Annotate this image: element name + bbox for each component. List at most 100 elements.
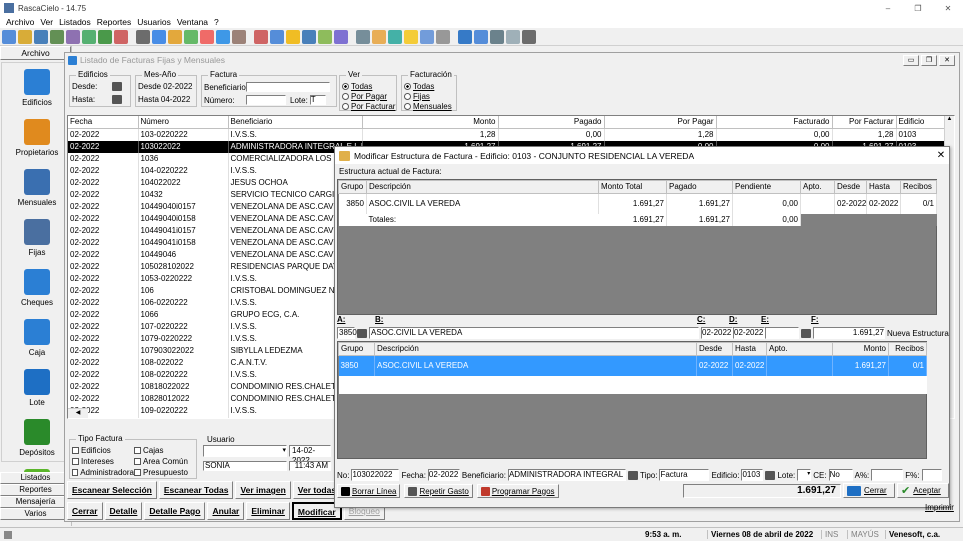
lote-footer-select[interactable]: ▾: [797, 469, 812, 481]
menu-item-6[interactable]: ?: [214, 17, 219, 27]
users-icon[interactable]: [254, 29, 268, 44]
sidebar-item-1[interactable]: Propietarios: [2, 119, 72, 157]
cerrar-dialog-button[interactable]: Cerrar: [843, 483, 895, 498]
current-col-header[interactable]: Pagado: [666, 180, 733, 194]
edit-icon[interactable]: [66, 29, 80, 44]
edificio-lookup-icon[interactable]: [765, 470, 776, 480]
cube-icon[interactable]: [302, 29, 316, 44]
beneficiario-input[interactable]: [246, 82, 330, 92]
current-col-header[interactable]: Grupo: [338, 180, 367, 194]
edificio-input[interactable]: 0103: [741, 469, 764, 481]
button-cerrar[interactable]: Cerrar: [67, 502, 103, 520]
sidebar-bottom-3[interactable]: Varios: [0, 508, 71, 520]
diamond-icon[interactable]: [286, 29, 300, 44]
new-col-header[interactable]: Recibos: [888, 342, 927, 356]
tool-icon[interactable]: [232, 29, 246, 44]
mes-hasta-value[interactable]: 04-2022: [161, 95, 190, 104]
aceptar-button[interactable]: ✔ Aceptar: [897, 483, 949, 498]
radio-option-2[interactable]: Mensuales: [404, 101, 452, 111]
chart2-icon[interactable]: [168, 29, 182, 44]
benef-lookup-icon[interactable]: [627, 470, 638, 480]
listado-minimize-button[interactable]: ▭: [903, 54, 919, 66]
lote-select[interactable]: T: [309, 95, 326, 105]
minimize-button[interactable]: –: [873, 4, 903, 13]
table2-icon[interactable]: [334, 29, 348, 44]
monto-input[interactable]: 1.691,27: [813, 327, 885, 339]
chart3-icon[interactable]: [184, 29, 198, 44]
smile-icon[interactable]: [404, 29, 418, 44]
dialog-close-button[interactable]: ✕: [933, 150, 949, 161]
grupo-lookup-icon[interactable]: [357, 328, 367, 338]
ce-select[interactable]: No: [828, 469, 853, 481]
mail-icon[interactable]: [420, 29, 434, 44]
sidebar-item-3[interactable]: Fijas: [2, 219, 72, 257]
benef-input[interactable]: ADMINISTRADORA INTEGRAL E.L.B: [507, 469, 626, 481]
hasta-lookup-icon[interactable]: [112, 95, 122, 104]
menu-item-2[interactable]: Listados: [59, 17, 91, 27]
sidebar-item-6[interactable]: Lote: [2, 369, 72, 407]
sidebar-bottom-0[interactable]: Listados: [0, 472, 71, 484]
usuario-select[interactable]: ▾: [203, 445, 287, 457]
new-selected-row[interactable]: 3850 ASOC.CIVIL LA VEREDA 02-2022 02-2022 1.…: [338, 355, 927, 376]
tick-icon[interactable]: [98, 29, 112, 44]
new-col-header[interactable]: Grupo: [338, 342, 375, 356]
grid2-icon[interactable]: [436, 29, 450, 44]
desde-input[interactable]: 02-2022: [701, 327, 733, 339]
table-row[interactable]: 02-2022 103-0220222 I.V.S.S. 1,28 0,00 1,28 0,…: [68, 128, 947, 141]
sidebar-item-2[interactable]: Mensuales: [2, 169, 72, 207]
menu-item-3[interactable]: Reportes: [97, 17, 132, 27]
listado-col-header[interactable]: Número: [138, 116, 229, 129]
radio-option-1[interactable]: Fijas: [404, 91, 452, 101]
table-horizontal-scrollbar[interactable]: ◀: [68, 408, 88, 418]
save-icon[interactable]: [34, 29, 48, 44]
current-col-header[interactable]: Hasta: [866, 180, 901, 194]
tipo-checkbox-4[interactable]: Area Común: [134, 456, 196, 466]
current-col-header[interactable]: Pendiente: [732, 180, 801, 194]
radio-option-1[interactable]: Por Pagar: [342, 91, 395, 101]
listado-restore-button[interactable]: ❐: [921, 54, 937, 66]
apto-lookup-icon[interactable]: [801, 328, 811, 338]
chart4-icon[interactable]: [200, 29, 214, 44]
grid-icon[interactable]: [136, 29, 150, 44]
current-row[interactable]: 3850 ASOC.CIVIL LA VEREDA 1.691,27 1.691,27…: [338, 193, 937, 214]
folder-icon[interactable]: [372, 29, 386, 44]
new-col-header[interactable]: Apto.: [766, 342, 833, 356]
book-icon[interactable]: [458, 29, 472, 44]
current-col-header[interactable]: Monto Total: [598, 180, 667, 194]
monitor-icon[interactable]: [490, 29, 504, 44]
radio-option-2[interactable]: Por Facturar: [342, 101, 395, 111]
listado-col-header[interactable]: Facturado: [716, 116, 833, 129]
listado-col-header[interactable]: Monto: [362, 116, 499, 129]
action-2[interactable]: Programar Pagos: [476, 484, 559, 498]
tipo-checkbox-2[interactable]: Administradora: [72, 467, 134, 477]
sidebar-item-0[interactable]: Edificios: [2, 69, 72, 107]
doc-icon[interactable]: [506, 29, 520, 44]
current-col-header[interactable]: Apto.: [800, 180, 835, 194]
desde-lookup-icon[interactable]: [112, 82, 122, 91]
sidebar-header[interactable]: Archivo: [0, 46, 71, 60]
printer-icon[interactable]: [522, 29, 536, 44]
button-ver-imagen[interactable]: Ver imagen: [235, 481, 291, 499]
button-escanear-todas[interactable]: Escanear Todas: [158, 481, 234, 499]
listado-col-header[interactable]: Pagado: [498, 116, 605, 129]
menu-item-5[interactable]: Ventana: [177, 17, 208, 27]
tipo-checkbox-3[interactable]: Cajas: [134, 445, 196, 455]
current-col-header[interactable]: Recibos: [900, 180, 937, 194]
sidebar-item-7[interactable]: Depósitos: [2, 419, 72, 457]
sidebar-item-4[interactable]: Cheques: [2, 269, 72, 307]
descripcion-input[interactable]: ASOC.CIVIL LA VEREDA: [369, 327, 699, 339]
button-detalle-pago[interactable]: Detalle Pago: [144, 502, 206, 520]
listado-col-header[interactable]: Por Facturar: [832, 116, 897, 129]
action-1[interactable]: Repetir Gasto: [404, 484, 473, 498]
listado-col-header[interactable]: Beneficiario: [228, 116, 363, 129]
book2-icon[interactable]: [474, 29, 488, 44]
new-icon[interactable]: [2, 29, 16, 44]
mes-desde-value[interactable]: 02-2022: [163, 82, 192, 91]
imprimir-button[interactable]: Imprimir: [925, 503, 954, 512]
restore-button[interactable]: ❐: [903, 4, 933, 13]
grupo-input[interactable]: 3850: [337, 327, 357, 339]
f-pct-input[interactable]: [921, 469, 942, 481]
table-icon[interactable]: [318, 29, 332, 44]
new-col-header[interactable]: Hasta: [732, 342, 767, 356]
new-col-header[interactable]: Desde: [696, 342, 733, 356]
